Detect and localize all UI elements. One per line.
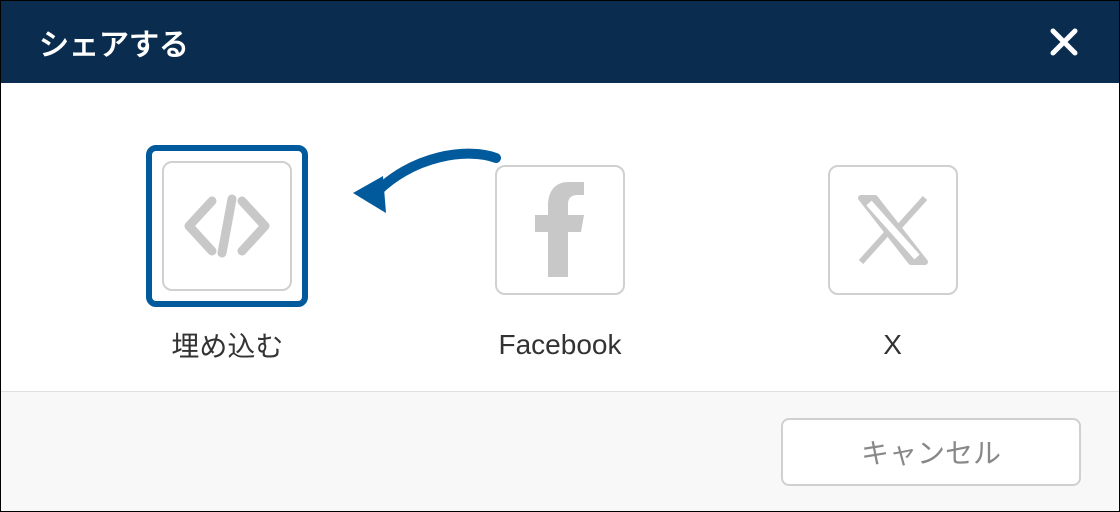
share-option-x-box xyxy=(812,149,974,311)
share-option-embed-box xyxy=(146,145,308,307)
cancel-button[interactable]: キャンセル xyxy=(781,418,1081,486)
dialog-title: シェアする xyxy=(39,20,189,64)
share-option-facebook[interactable]: Facebook xyxy=(479,149,641,361)
facebook-icon xyxy=(535,182,585,277)
x-twitter-icon xyxy=(853,190,933,270)
dialog-footer: キャンセル xyxy=(1,391,1119,511)
share-option-embed-label: 埋め込む xyxy=(171,325,283,365)
share-option-facebook-box xyxy=(479,149,641,311)
share-option-x-label: X xyxy=(883,329,902,361)
dialog-header: シェアする xyxy=(1,1,1119,83)
embed-icon xyxy=(177,191,277,261)
share-option-embed[interactable]: 埋め込む xyxy=(146,145,308,365)
close-button[interactable] xyxy=(1047,25,1081,59)
share-options-container: 埋め込む Facebook X xyxy=(1,83,1119,391)
close-icon xyxy=(1049,27,1079,57)
share-option-facebook-label: Facebook xyxy=(499,329,622,361)
share-option-x[interactable]: X xyxy=(812,149,974,361)
